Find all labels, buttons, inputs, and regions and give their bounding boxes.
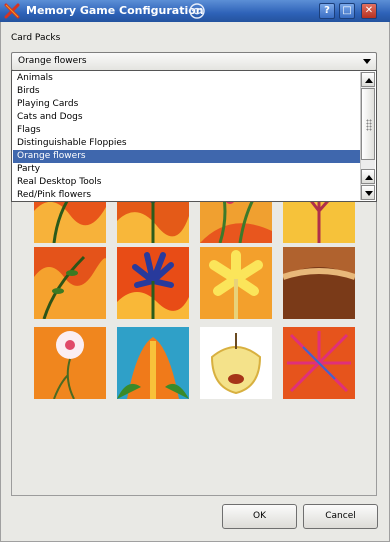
list-item[interactable]: Cats and Dogs xyxy=(13,111,360,124)
list-item-selected[interactable]: Orange flowers xyxy=(13,150,360,163)
card-tile-apple-slice xyxy=(200,327,272,399)
title-bar[interactable]: Memory Game Configuration ? □ ✕ xyxy=(0,0,390,22)
card-tile-yellow-flower xyxy=(200,247,272,319)
card-tile-calla-lily xyxy=(117,327,189,399)
list-item[interactable]: Birds xyxy=(13,85,360,98)
x-app-icon[interactable] xyxy=(4,3,20,19)
card-pack-dropdown-list[interactable]: Animals Birds Playing Cards Cats and Dog… xyxy=(11,70,377,202)
swirl-icon xyxy=(189,3,205,19)
cancel-button[interactable]: Cancel xyxy=(303,504,378,529)
scroll-up-button-lower[interactable] xyxy=(361,169,375,184)
help-button[interactable]: ? xyxy=(319,3,335,19)
close-button[interactable]: ✕ xyxy=(361,3,377,19)
card-tile-pink-spiky-flower xyxy=(283,327,355,399)
ok-button[interactable]: OK xyxy=(222,504,297,529)
list-item[interactable]: Flags xyxy=(13,124,360,137)
list-item[interactable]: Animals xyxy=(13,72,360,85)
arrow-down-icon xyxy=(365,191,373,196)
combo-selected-value: Orange flowers xyxy=(18,56,87,66)
window-title: Memory Game Configuration xyxy=(26,4,204,17)
list-item[interactable]: Red/Pink flowers xyxy=(13,189,360,202)
card-tile-mushroom-gills xyxy=(283,247,355,319)
grip-icon xyxy=(366,119,372,131)
card-tile-white-pink-flower xyxy=(34,327,106,399)
card-packs-label: Card Packs xyxy=(11,33,61,43)
card-preview-panel xyxy=(11,171,377,496)
card-pack-combo[interactable]: Orange flowers xyxy=(11,52,377,71)
list-item[interactable]: Real Desktop Tools xyxy=(13,176,360,189)
chevron-down-icon[interactable] xyxy=(363,59,371,64)
maximize-button[interactable]: □ xyxy=(339,3,355,19)
list-scrollbar[interactable] xyxy=(360,72,375,200)
list-item[interactable]: Distinguishable Floppies xyxy=(13,137,360,150)
card-tile-blue-lily xyxy=(117,247,189,319)
scroll-down-button[interactable] xyxy=(361,185,375,200)
scroll-thumb[interactable] xyxy=(361,88,375,160)
scroll-up-button[interactable] xyxy=(361,72,375,87)
list-item[interactable]: Playing Cards xyxy=(13,98,360,111)
card-tile-flames-vine xyxy=(34,247,106,319)
arrow-up-icon xyxy=(365,78,373,83)
list-item[interactable]: Party xyxy=(13,163,360,176)
arrow-up-icon xyxy=(365,175,373,180)
